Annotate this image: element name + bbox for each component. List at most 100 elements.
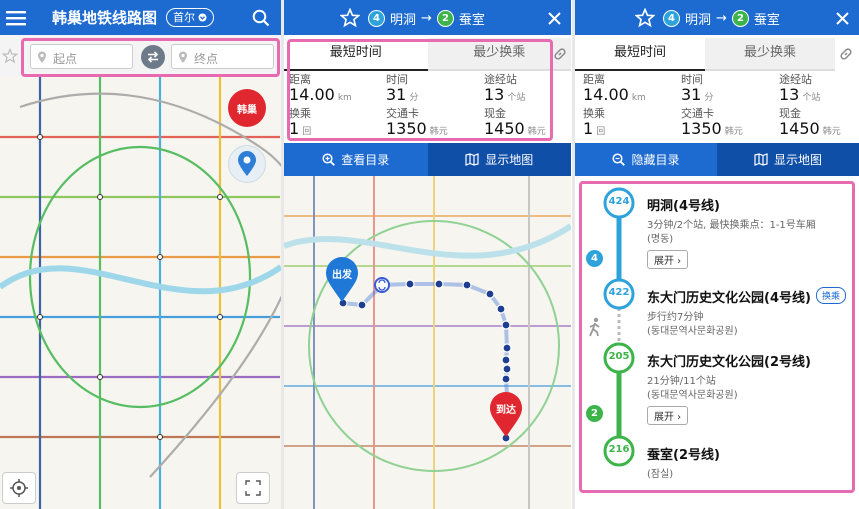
start-input[interactable]: 起点 <box>30 44 133 69</box>
app-header: 韩巢地铁线路图 首尔 <box>0 0 281 35</box>
subway-map-graphic <box>0 77 281 509</box>
line-badge-2: 2 <box>436 10 454 27</box>
star-icon[interactable] <box>633 6 657 30</box>
route-summary-panel: 4 明洞 → 2 蚕室 最短时间 最少换乘 距离 14.00 km 时间 31 分 … <box>284 0 571 509</box>
tab-shortest[interactable]: 最短时间 <box>284 38 428 71</box>
transfer-stat: 换乘 1回 <box>583 107 606 138</box>
route-map[interactable]: 出发 到达 <box>284 176 571 509</box>
tab-least-transfer[interactable]: 最少换乘 <box>427 38 571 71</box>
route-header: 4 明洞 → 2 蚕室 <box>575 0 859 35</box>
station-korean: (잠실) <box>647 469 674 480</box>
view-toggle-bar: 隐藏目录 显示地图 <box>575 143 859 176</box>
home-panel: 韩巢地铁线路图 首尔 起点 终点 韩巢 <box>0 0 281 509</box>
end-placeholder: 终点 <box>194 52 219 66</box>
app-title: 韩巢地铁线路图 <box>52 9 158 27</box>
distance-stat: 距离 14.00 km <box>583 73 646 104</box>
to-station: 蚕室 <box>753 13 780 28</box>
share-link-icon[interactable] <box>551 45 569 63</box>
brand-badge[interactable]: 韩巢 <box>228 89 266 127</box>
transfer-stat: 换乘 1回 <box>289 107 312 138</box>
station-korean: (동대문역사문화공원) <box>647 390 738 401</box>
zoom-out-icon <box>612 153 626 166</box>
city-selector[interactable]: 首尔 <box>166 8 214 27</box>
map-icon <box>754 153 768 166</box>
locate-icon[interactable] <box>2 472 36 504</box>
route-detail-panel: 4 明洞 → 2 蚕室 最短时间 最少换乘 距离 14.00 km 时间 31 分 … <box>575 0 859 509</box>
show-map-button[interactable]: 显示地图 <box>717 143 859 176</box>
station-detail: 3分钟/2个站, 最快换乘点：1-1号车厢 <box>647 220 816 231</box>
station-name: 蚕室(2号线) <box>647 448 720 463</box>
station-name: 东大门历史文化公园(4号线) <box>647 291 811 306</box>
end-marker[interactable]: 到达 <box>489 392 523 438</box>
arrow-icon: → <box>421 11 432 26</box>
station-list: 424 422 205 216 4 2 明洞(4号线) 3分钟/2个站, 最快换… <box>575 176 859 509</box>
tab-shortest[interactable]: 最短时间 <box>575 38 705 71</box>
line-badge-2: 2 <box>586 405 603 422</box>
arrow-icon: → <box>716 11 727 26</box>
line-badge-4: 4 <box>586 250 603 267</box>
map-icon <box>465 153 479 166</box>
city-label: 首尔 <box>173 10 195 24</box>
location-pin-icon <box>38 51 46 63</box>
from-station: 明洞 <box>390 13 417 28</box>
close-icon[interactable] <box>830 6 854 30</box>
line-badge-2: 2 <box>731 10 749 27</box>
transfer-badge: 换乘 <box>816 287 847 304</box>
start-placeholder: 起点 <box>53 52 78 66</box>
map-pin-icon[interactable] <box>228 145 266 183</box>
station-code: 424 <box>608 196 630 207</box>
route-tabs: 最短时间 最少换乘 <box>575 38 835 71</box>
station-name: 明洞(4号线) <box>647 199 720 214</box>
view-list-label: 查看目录 <box>341 153 390 167</box>
show-map-button[interactable]: 显示地图 <box>427 143 571 176</box>
distance-stat: 距离 14.00 km <box>289 73 352 104</box>
star-icon[interactable] <box>338 6 362 30</box>
fullscreen-icon[interactable] <box>236 472 270 504</box>
show-map-label: 显示地图 <box>773 153 822 167</box>
station-detail: 21分钟/11个站 <box>647 376 716 387</box>
station-detail: 步行约7分钟 <box>647 312 704 323</box>
cash-fare-stat: 现金 1450 韩元 <box>484 107 546 138</box>
stops-stat: 途经站 13 个站 <box>484 73 526 104</box>
close-icon[interactable] <box>542 6 566 30</box>
route-title: 4 明洞 → 2 蚕室 <box>663 9 780 28</box>
time-stat: 时间 31 分 <box>386 73 419 104</box>
station-korean: (동대문역사문화공원) <box>647 326 738 337</box>
route-header: 4 明洞 → 2 蚕室 <box>284 0 571 35</box>
station-code: 422 <box>608 287 630 298</box>
hide-list-label: 隐藏目录 <box>631 153 680 167</box>
route-title: 4 明洞 → 2 蚕室 <box>368 9 485 28</box>
swap-icon[interactable] <box>141 45 165 69</box>
walking-icon <box>587 316 603 338</box>
cash-fare-stat: 现金 1450 韩元 <box>779 107 841 138</box>
hide-list-button[interactable]: 隐藏目录 <box>575 143 717 176</box>
route-tabs: 最短时间 最少换乘 <box>284 38 571 71</box>
expand-button[interactable]: 展开 › <box>647 406 689 425</box>
start-marker[interactable]: 出发 <box>325 257 359 303</box>
location-pin-icon <box>179 51 187 63</box>
brand-badge-label: 韩巢 <box>237 104 257 116</box>
star-icon[interactable] <box>1 46 19 66</box>
card-fare-stat: 交通卡 1350 韩元 <box>386 107 448 138</box>
search-icon[interactable] <box>249 6 273 30</box>
station-code: 216 <box>608 444 630 455</box>
subway-map[interactable]: 韩巢 <box>0 77 281 509</box>
line-badge-4: 4 <box>663 10 680 27</box>
chevron-down-icon <box>198 13 207 22</box>
end-input[interactable]: 终点 <box>171 44 274 69</box>
card-fare-stat: 交通卡 1350 韩元 <box>681 107 743 138</box>
share-link-icon[interactable] <box>837 45 855 63</box>
route-map-graphic <box>284 176 571 509</box>
time-stat: 时间 31 分 <box>681 73 714 104</box>
menu-icon[interactable] <box>4 6 28 30</box>
stops-stat: 途经站 13 个站 <box>779 73 821 104</box>
tab-least-transfer[interactable]: 最少换乘 <box>705 38 835 71</box>
station-code: 205 <box>608 351 630 362</box>
to-station: 蚕室 <box>458 13 485 28</box>
view-list-button[interactable]: 查看目录 <box>284 143 428 176</box>
station-korean: (명동) <box>647 234 674 245</box>
line-badge-4: 4 <box>368 10 385 27</box>
from-station: 明洞 <box>685 13 712 28</box>
zoom-icon <box>322 153 336 166</box>
expand-button[interactable]: 展开 › <box>647 250 689 269</box>
